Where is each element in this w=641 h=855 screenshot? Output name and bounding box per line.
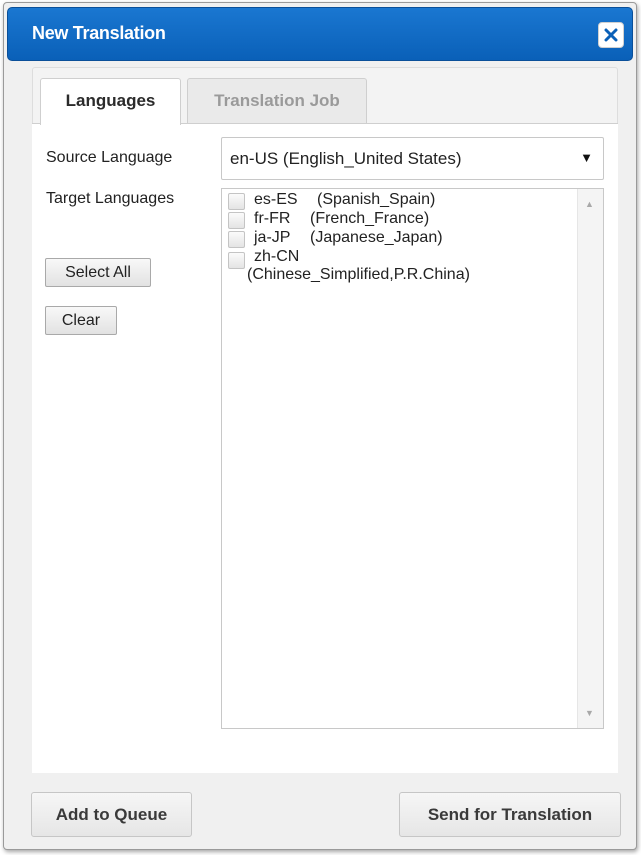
checkbox-fr-fr[interactable]: [228, 212, 245, 229]
list-item-code: es-ES: [254, 191, 298, 208]
send-for-translation-button[interactable]: Send for Translation: [399, 792, 621, 837]
source-language-value: en-US (English_United States): [230, 149, 462, 168]
select-all-button[interactable]: Select All: [45, 258, 151, 287]
list-item-name: (Spanish_Spain): [317, 191, 436, 208]
list-item-code: ja-JP: [254, 229, 291, 246]
source-language-label: Source Language: [46, 149, 173, 166]
list-item-name: (Japanese_Japan): [310, 229, 443, 246]
target-languages-label: Target Languages: [46, 190, 175, 207]
list-item-code: zh-CN: [254, 248, 300, 265]
list-scrollbar[interactable]: ▲ ▼: [577, 189, 603, 728]
dialog-titlebar: New Translation: [7, 7, 633, 61]
checkbox-zh-cn[interactable]: [228, 252, 245, 269]
close-icon: [604, 28, 618, 42]
dialog-title: New Translation: [32, 23, 166, 43]
checkbox-es-es[interactable]: [228, 193, 245, 210]
tab-languages[interactable]: Languages: [40, 78, 181, 125]
target-languages-list[interactable]: es-ES (Spanish_Spain) fr-FR (French_Fran…: [221, 188, 604, 729]
source-language-select[interactable]: en-US (English_United States) ▼: [221, 137, 604, 180]
add-to-queue-button[interactable]: Add to Queue: [31, 792, 192, 837]
close-button[interactable]: [598, 22, 624, 48]
list-item-name: (French_France): [310, 210, 430, 227]
list-item-name: (Chinese_Simplified,P.R.China): [247, 266, 470, 283]
tab-translation-job[interactable]: Translation Job: [187, 78, 367, 124]
dropdown-arrow-icon: ▼: [580, 150, 593, 165]
list-item-code: fr-FR: [254, 210, 291, 227]
checkbox-ja-jp[interactable]: [228, 231, 245, 248]
clear-button[interactable]: Clear: [45, 306, 117, 335]
scroll-up-icon[interactable]: ▲: [585, 199, 594, 209]
scroll-down-icon[interactable]: ▼: [585, 708, 594, 718]
